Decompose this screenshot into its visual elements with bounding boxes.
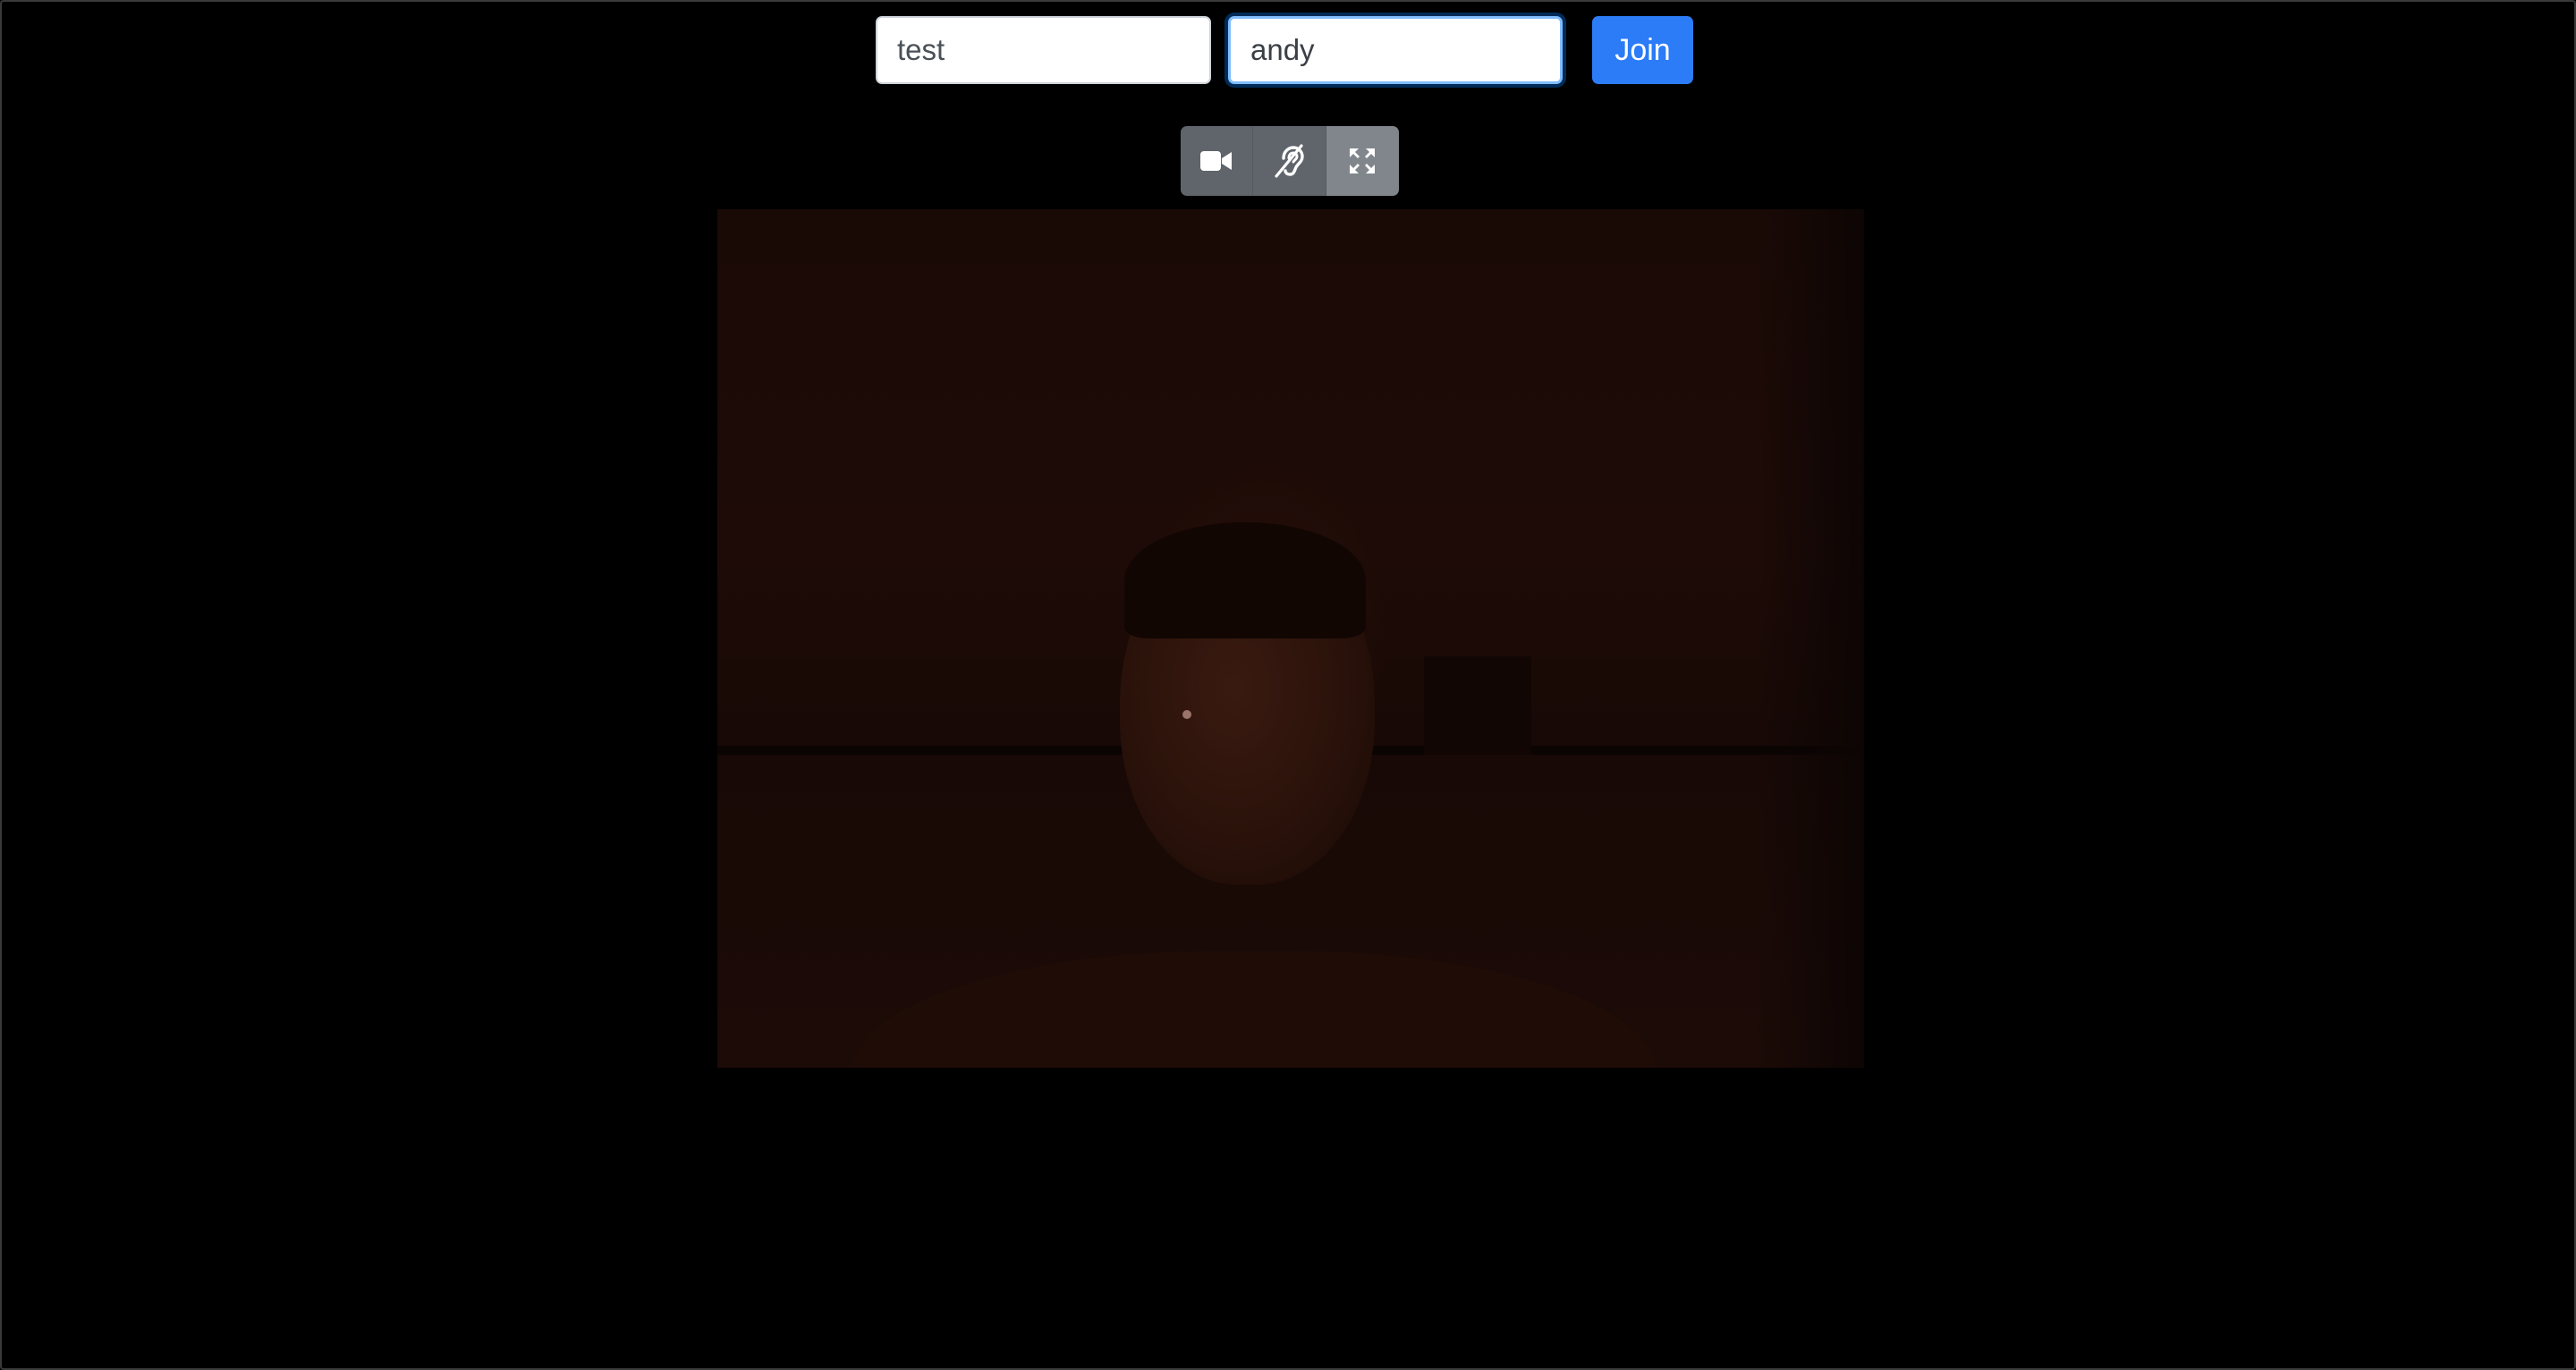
fullscreen-button[interactable]: [1326, 126, 1399, 196]
join-form: Join: [876, 16, 1693, 84]
video-camera-icon: [1200, 151, 1233, 171]
username-input[interactable]: [1228, 16, 1563, 84]
hearing-assist-icon: [1274, 144, 1304, 178]
room-input[interactable]: [876, 16, 1211, 84]
video-person-eye: [1182, 710, 1191, 719]
toggle-video-button[interactable]: [1181, 126, 1254, 196]
join-button[interactable]: Join: [1592, 16, 1693, 84]
media-toolbar: [1181, 126, 1399, 196]
video-background-object: [1424, 656, 1531, 755]
toggle-audio-button[interactable]: [1253, 126, 1326, 196]
app-window: Join: [0, 0, 2576, 1370]
local-video: [717, 209, 1864, 1068]
video-person-hair: [1124, 522, 1366, 638]
video-shadow: [1757, 209, 1864, 1068]
expand-fullscreen-icon: [1350, 148, 1376, 173]
video-person-shoulders: [852, 951, 1657, 1068]
